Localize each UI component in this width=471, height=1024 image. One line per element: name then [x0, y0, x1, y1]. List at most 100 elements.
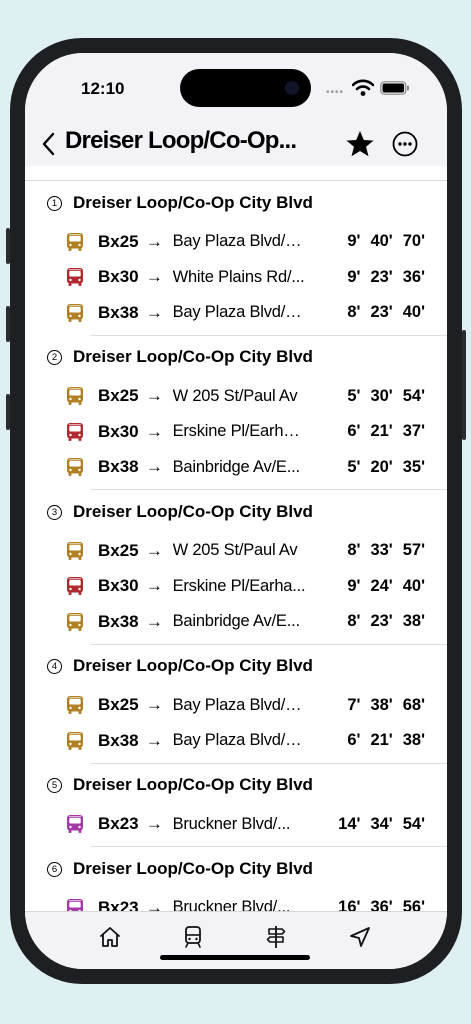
- arrival-time-1: 8': [347, 612, 361, 631]
- arrival-time-2: 38': [370, 695, 393, 714]
- direction-arrow: →: [145, 611, 163, 631]
- route-number: Bx25: [98, 231, 139, 251]
- departure-row[interactable]: Bx38 → Bainbridge Av/E... 5' 20' 35': [47, 450, 447, 486]
- route-number: Bx25: [98, 695, 139, 715]
- arrival-time-1: 5': [347, 457, 361, 476]
- stop-name: Dreiser Loop/Co-Op City Blvd: [73, 501, 313, 521]
- arrival-time-3: 57': [402, 541, 425, 560]
- bus-icon: [65, 612, 85, 632]
- route-number: Bx23: [98, 897, 139, 911]
- arrival-time-1: 7': [347, 695, 361, 714]
- route-number: Bx30: [98, 576, 139, 596]
- departure-row[interactable]: Bx30 → Erskine Pl/Earhar... 6' 21' 37': [47, 414, 447, 450]
- departure-row[interactable]: Bx38 → Bay Plaza Blvd/B... 6' 21' 38': [47, 723, 447, 759]
- back-chevron-icon[interactable]: [39, 129, 59, 159]
- arrival-time-1: 8': [347, 303, 361, 322]
- stop-header[interactable]: 4 Dreiser Loop/Co-Op City Blvd: [47, 645, 447, 688]
- stop-group: 4 Dreiser Loop/Co-Op City Blvd Bx25 → Bay Pl…: [25, 645, 447, 764]
- status-time: 12:10: [81, 79, 125, 98]
- arrival-times: 5' 20' 35': [306, 458, 425, 477]
- route-number: Bx38: [98, 611, 139, 631]
- departure-row[interactable]: Bx38 → Bainbridge Av/E... 8' 23' 38': [47, 604, 447, 640]
- bus-icon: [65, 267, 85, 287]
- stop-group: 5 Dreiser Loop/Co-Op City Blvd Bx23 → Bruckn…: [25, 764, 447, 847]
- departure-row[interactable]: Bx25 → Bay Plaza Blvd/B... 7' 38' 68': [47, 688, 447, 724]
- arrival-time-3: 36': [402, 267, 425, 286]
- stop-name: Dreiser Loop/Co-Op City Blvd: [73, 858, 313, 878]
- departure-row[interactable]: Bx30 → White Plains Rd/... 9' 23' 36': [47, 260, 447, 296]
- arrival-time-2: 20': [370, 457, 393, 476]
- tab-bar: [25, 911, 447, 969]
- route-number: Bx30: [98, 421, 139, 441]
- arrival-time-2: 33': [370, 541, 393, 560]
- more-options-icon[interactable]: [392, 131, 418, 157]
- arrival-time-3: 68': [402, 695, 425, 714]
- stop-header[interactable]: 6 Dreiser Loop/Co-Op City Blvd: [47, 847, 447, 890]
- route-number: Bx30: [98, 267, 139, 287]
- direction-arrow: →: [145, 814, 163, 834]
- destination: W 205 St/Paul Av: [172, 386, 298, 405]
- destination: Bay Plaza Blvd/B...: [172, 303, 307, 322]
- arrival-times: 6' 21' 38': [306, 731, 425, 750]
- stop-group: 3 Dreiser Loop/Co-Op City Blvd Bx25 → W 205 …: [25, 490, 447, 645]
- stop-header[interactable]: 5 Dreiser Loop/Co-Op City Blvd: [47, 764, 447, 807]
- arrival-times: 6' 21' 37': [306, 422, 425, 441]
- departure-row[interactable]: Bx38 → Bay Plaza Blvd/B... 8' 23' 40': [47, 295, 447, 331]
- arrival-time-1: 8': [347, 541, 361, 560]
- arrival-time-3: 40': [402, 576, 425, 595]
- arrival-times: 8' 23' 38': [306, 612, 425, 631]
- stop-number-badge: 5: [47, 778, 62, 793]
- arrival-times: 7' 38' 68': [306, 696, 425, 715]
- bus-icon: [65, 232, 85, 252]
- direction-arrow: →: [145, 457, 163, 477]
- destination: Bruckner Blvd/...: [172, 814, 291, 833]
- star-icon[interactable]: [345, 129, 375, 159]
- tab-signpost[interactable]: [263, 924, 289, 950]
- departure-row[interactable]: Bx25 → W 205 St/Paul Av 8' 33' 57': [47, 533, 447, 569]
- arrival-time-3: 38': [402, 731, 425, 750]
- departures-list[interactable]: 1 Dreiser Loop/Co-Op City Blvd Bx25 → Bay Pl…: [25, 181, 447, 911]
- stop-header[interactable]: 2 Dreiser Loop/Co-Op City Blvd: [47, 336, 447, 379]
- arrival-time-2: 36': [370, 898, 393, 911]
- destination: Bay Plaza Blvd/B...: [172, 695, 307, 714]
- stop-name: Dreiser Loop/Co-Op City Blvd: [73, 775, 313, 794]
- stop-number-badge: 3: [47, 504, 62, 520]
- direction-arrow: →: [145, 540, 163, 560]
- destination: Erskine Pl/Earhar...: [172, 422, 307, 441]
- arrival-time-2: 21': [370, 422, 393, 441]
- stop-number-badge: 2: [47, 350, 62, 365]
- phone-frame: 12:10 •••• Dreiser Loop/Co-Op... 1 Dreise…: [6, 38, 466, 984]
- tab-location[interactable]: [347, 924, 373, 950]
- departure-row[interactable]: Bx25 → Bay Plaza Blvd/B... 9' 40' 70': [47, 224, 447, 260]
- departure-row[interactable]: Bx23 → Bruckner Blvd/... 16' 36' 56': [47, 890, 447, 911]
- destination: Bruckner Blvd/...: [172, 898, 291, 911]
- camera-icon: [285, 81, 299, 95]
- arrival-time-2: 21': [370, 731, 393, 750]
- bus-icon: [65, 303, 85, 323]
- direction-arrow: →: [145, 897, 163, 911]
- destination: Bay Plaza Blvd/B...: [172, 731, 307, 750]
- departure-row[interactable]: Bx25 → W 205 St/Paul Av 5' 30' 54': [47, 379, 447, 415]
- destination: White Plains Rd/...: [172, 267, 305, 286]
- route-number: Bx25: [98, 386, 139, 406]
- arrival-time-1: 6': [347, 731, 361, 750]
- stop-header[interactable]: 3 Dreiser Loop/Co-Op City Blvd: [47, 490, 447, 533]
- bus-icon: [65, 457, 85, 477]
- bus-icon: [65, 422, 85, 442]
- arrival-time-1: 5': [347, 386, 361, 405]
- bus-icon: [65, 814, 85, 834]
- arrival-times: 8' 33' 57': [306, 541, 425, 560]
- arrival-time-2: 30': [370, 386, 393, 405]
- wifi-icon: [352, 79, 374, 96]
- stop-header[interactable]: 1 Dreiser Loop/Co-Op City Blvd: [47, 181, 447, 224]
- tab-train[interactable]: [180, 924, 206, 950]
- arrival-time-3: 40': [402, 303, 425, 322]
- tab-home[interactable]: [97, 924, 123, 950]
- departure-row[interactable]: Bx30 → Erskine Pl/Earha... 9' 24' 40': [47, 569, 447, 605]
- departure-row[interactable]: Bx23 → Bruckner Blvd/... 14' 34' 54': [47, 807, 447, 843]
- stop-group: 6 Dreiser Loop/Co-Op City Blvd Bx23 → Bruckn…: [25, 847, 447, 911]
- arrival-time-2: 34': [370, 814, 393, 833]
- arrival-time-3: 54': [402, 386, 425, 405]
- direction-arrow: →: [145, 695, 163, 715]
- destination: Erskine Pl/Earha...: [172, 576, 306, 595]
